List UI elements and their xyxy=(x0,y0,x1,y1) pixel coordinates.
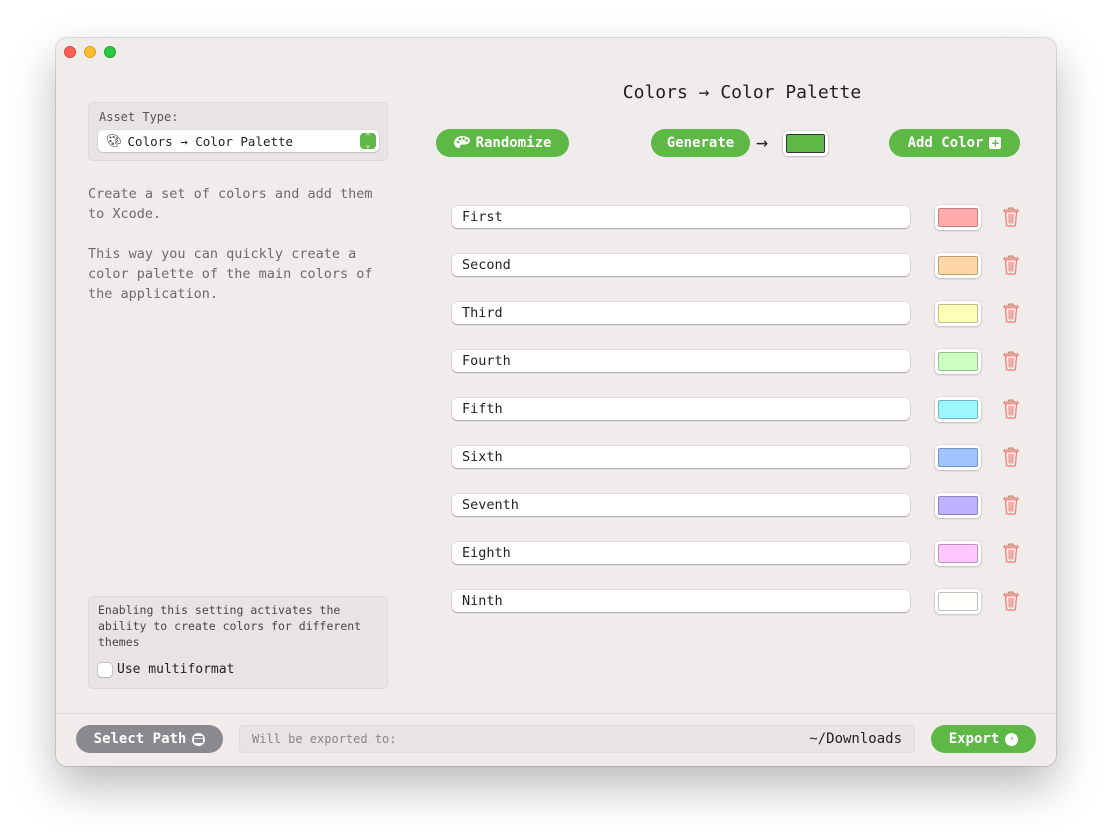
add-color-button[interactable]: Add Color + xyxy=(889,129,1020,157)
select-path-label: Select Path xyxy=(93,731,187,747)
arrow-right-icon: → xyxy=(756,130,769,154)
trash-icon[interactable] xyxy=(1003,591,1019,611)
trash-icon[interactable] xyxy=(1003,351,1019,371)
randomize-label: Randomize xyxy=(475,135,552,151)
color-swatch xyxy=(938,304,978,323)
export-label: Export xyxy=(948,731,1000,747)
color-name-input[interactable] xyxy=(452,398,910,420)
export-button[interactable]: Export › xyxy=(931,725,1036,753)
color-swatch xyxy=(938,448,978,467)
color-name-input[interactable] xyxy=(452,494,910,516)
asset-type-value: Colors → Color Palette xyxy=(127,133,294,149)
chevron-updown-icon: ⌃ ⌄ xyxy=(360,133,376,150)
color-name-input[interactable] xyxy=(452,302,910,324)
trash-icon[interactable] xyxy=(1003,543,1019,563)
trash-icon[interactable] xyxy=(1003,207,1019,227)
color-swatch xyxy=(938,352,978,371)
color-swatch xyxy=(938,256,978,275)
select-path-button[interactable]: Select Path xyxy=(76,725,223,753)
trash-icon[interactable] xyxy=(1003,255,1019,275)
multiformat-checkbox[interactable] xyxy=(98,662,112,677)
minimize-button[interactable] xyxy=(84,46,96,58)
window-controls xyxy=(64,46,116,58)
palette-icon xyxy=(453,136,470,148)
color-name-input[interactable] xyxy=(452,206,910,228)
color-well[interactable] xyxy=(935,301,981,326)
export-path-field: Will be exported to: ~/Downloads xyxy=(239,725,915,753)
color-name-input[interactable] xyxy=(452,590,910,612)
close-button[interactable] xyxy=(64,46,76,58)
description-text: Create a set of colors and add them to X… xyxy=(88,186,373,302)
color-name-input[interactable] xyxy=(452,350,910,372)
color-well[interactable] xyxy=(935,493,981,518)
page-title: Colors → Color Palette xyxy=(622,82,862,103)
multiformat-description: Enabling this setting activates the abil… xyxy=(98,603,362,649)
generated-color-swatch xyxy=(786,134,825,153)
multiformat-label: Use multiformat xyxy=(117,662,235,677)
color-swatch xyxy=(938,592,978,611)
export-path-value: ~/Downloads xyxy=(809,731,902,747)
color-row xyxy=(452,301,1032,326)
trash-icon[interactable] xyxy=(1003,303,1019,323)
color-swatch xyxy=(938,496,978,515)
trash-icon[interactable] xyxy=(1003,399,1019,419)
app-window: Asset Type: 🎨︎ Colors → Color Palette ⌃ ⌄… xyxy=(56,38,1056,766)
color-row xyxy=(452,445,1032,470)
color-swatch xyxy=(938,208,978,227)
color-row xyxy=(452,253,1032,278)
color-row xyxy=(452,493,1032,518)
color-swatch xyxy=(938,400,978,419)
color-row xyxy=(452,397,1032,422)
color-well[interactable] xyxy=(935,253,981,278)
folder-icon xyxy=(192,732,206,746)
zoom-button[interactable] xyxy=(104,46,116,58)
footer-divider xyxy=(56,713,1056,714)
asset-type-select[interactable]: 🎨︎ Colors → Color Palette ⌃ ⌄ xyxy=(98,130,379,152)
color-well[interactable] xyxy=(935,445,981,470)
color-row xyxy=(452,349,1032,374)
color-swatch xyxy=(938,544,978,563)
asset-type-label: Asset Type: xyxy=(99,110,179,124)
asset-type-group: Asset Type: 🎨︎ Colors → Color Palette ⌃ ⌄ xyxy=(88,102,388,161)
trash-icon[interactable] xyxy=(1003,495,1019,515)
randomize-button[interactable]: Randomize xyxy=(436,129,569,157)
palette-icon: 🎨︎ xyxy=(106,133,123,149)
plus-square-icon: + xyxy=(989,137,1002,149)
generate-label: Generate xyxy=(666,135,735,151)
color-name-input[interactable] xyxy=(452,446,910,468)
color-well[interactable] xyxy=(935,205,981,230)
add-color-label: Add Color xyxy=(907,135,984,151)
multiformat-group: Enabling this setting activates the abil… xyxy=(88,596,388,689)
color-name-input[interactable] xyxy=(452,542,910,564)
generate-button[interactable]: Generate xyxy=(651,129,750,157)
generated-color-well[interactable] xyxy=(783,131,828,156)
color-row xyxy=(452,589,1032,614)
color-row xyxy=(452,541,1032,566)
chevron-right-circle-icon: › xyxy=(1005,732,1019,746)
color-well[interactable] xyxy=(935,397,981,422)
color-name-input[interactable] xyxy=(452,254,910,276)
trash-icon[interactable] xyxy=(1003,447,1019,467)
color-row xyxy=(452,205,1032,230)
color-well[interactable] xyxy=(935,589,981,614)
multiformat-toggle[interactable]: Use multiformat xyxy=(98,662,234,677)
color-well[interactable] xyxy=(935,541,981,566)
export-path-hint: Will be exported to: xyxy=(252,732,397,746)
color-well[interactable] xyxy=(935,349,981,374)
